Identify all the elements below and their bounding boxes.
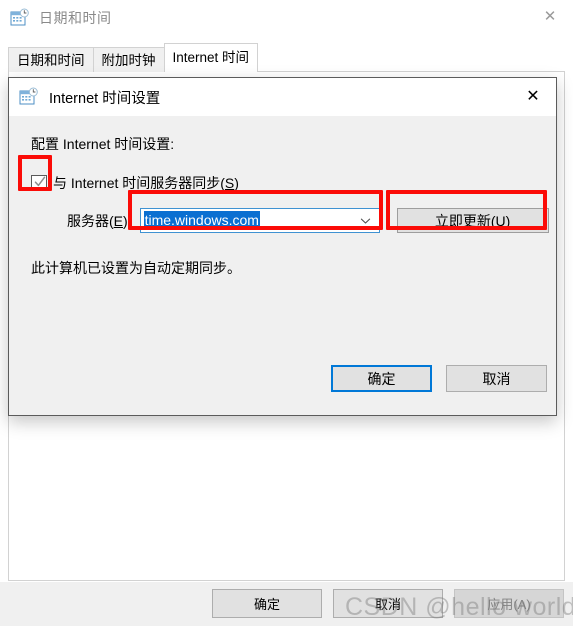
inner-titlebar: Internet 时间设置 ✕ xyxy=(9,78,556,116)
inner-close-button[interactable]: ✕ xyxy=(510,78,556,114)
server-label: 服务器(E): xyxy=(67,212,132,229)
date-time-icon xyxy=(10,8,30,28)
outer-window-title: 日期和时间 xyxy=(39,10,112,26)
tab-date-time[interactable]: 日期和时间 xyxy=(8,47,94,72)
server-combobox[interactable]: time.windows.com xyxy=(139,208,380,233)
server-row: 服务器(E): time.windows.com 立即更新(U) xyxy=(67,208,549,233)
tab-additional-clocks[interactable]: 附加时钟 xyxy=(92,47,165,72)
outer-titlebar: 日期和时间 ✕ xyxy=(0,0,573,36)
internet-time-settings-dialog: Internet 时间设置 ✕ 配置 Internet 时间设置: 与 Inte… xyxy=(8,77,557,416)
date-time-window: 日期和时间 ✕ 日期和时间 附加时钟 Internet 时间 确定 取消 应用(… xyxy=(0,0,573,626)
sync-checkbox[interactable] xyxy=(31,175,47,191)
outer-ok-button[interactable]: 确定 xyxy=(212,589,322,618)
chevron-down-icon[interactable] xyxy=(360,215,371,226)
tab-internet-time[interactable]: Internet 时间 xyxy=(163,43,259,72)
outer-cancel-button[interactable]: 取消 xyxy=(333,589,443,618)
inner-dialog-title: Internet 时间设置 xyxy=(49,90,161,107)
inner-ok-button[interactable]: 确定 xyxy=(331,365,432,392)
outer-close-button[interactable]: ✕ xyxy=(527,0,573,32)
close-icon: ✕ xyxy=(543,6,557,25)
update-now-button[interactable]: 立即更新(U) xyxy=(396,208,549,233)
checkmark-icon xyxy=(34,176,46,187)
sync-checkbox-row[interactable]: 与 Internet 时间服务器同步(S) xyxy=(31,173,239,193)
server-value: time.windows.com xyxy=(143,211,260,230)
inner-dialog-body: 配置 Internet 时间设置: 与 Internet 时间服务器同步(S) … xyxy=(9,116,556,415)
inner-cancel-button[interactable]: 取消 xyxy=(446,365,547,392)
sync-checkbox-label: 与 Internet 时间服务器同步(S) xyxy=(53,175,239,191)
tab-strip: 日期和时间 附加时钟 Internet 时间 xyxy=(8,43,259,72)
configure-label: 配置 Internet 时间设置: xyxy=(31,136,175,152)
outer-apply-button: 应用(A) xyxy=(454,589,564,618)
sync-status-text: 此计算机已设置为自动定期同步。 xyxy=(31,260,241,276)
close-icon: ✕ xyxy=(526,86,540,105)
date-time-icon xyxy=(19,87,39,107)
